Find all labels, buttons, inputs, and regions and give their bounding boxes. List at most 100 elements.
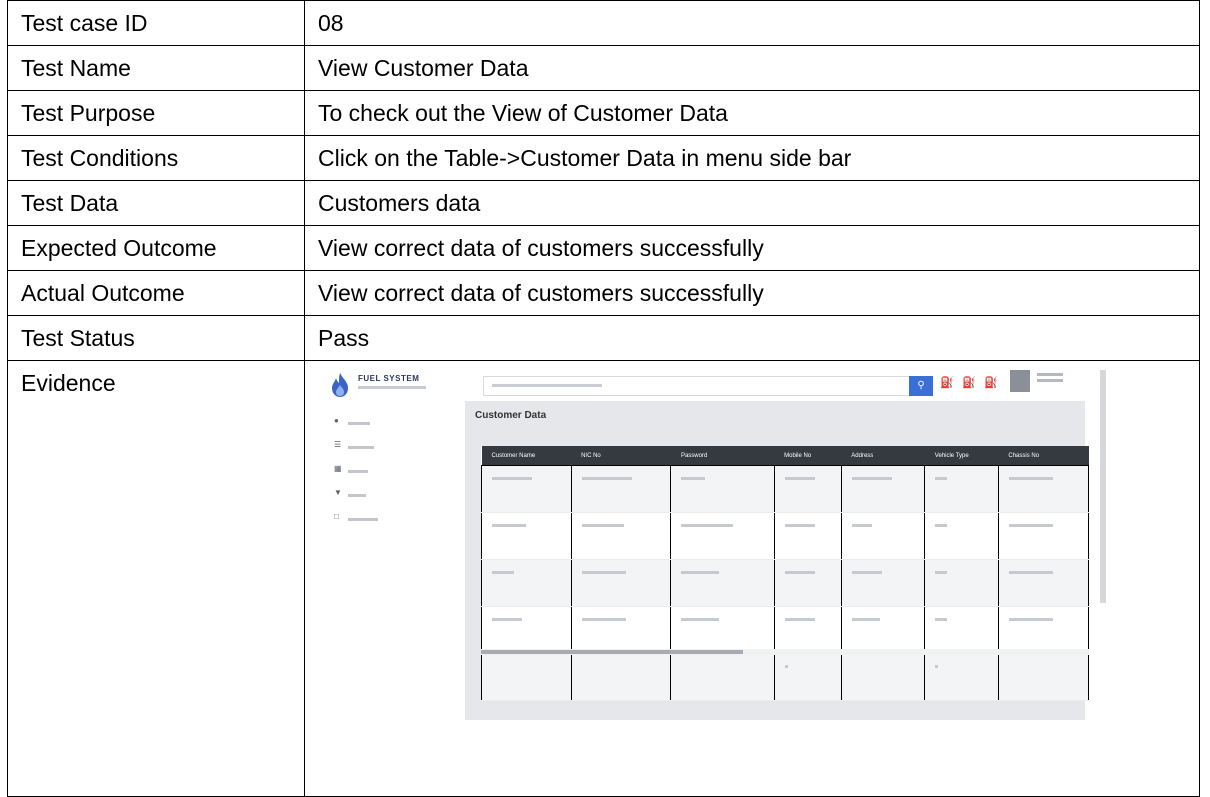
test-data-value: Customers data <box>304 180 1200 226</box>
page-title: Customer Data <box>475 410 547 421</box>
column-header: Address <box>841 446 925 466</box>
search-input[interactable] <box>483 376 927 396</box>
table-cell <box>681 618 720 621</box>
column-header: Vehicle Type <box>924 446 999 466</box>
gas-pump-icon[interactable]: ⛽ <box>962 376 976 390</box>
table-cell <box>935 477 948 480</box>
table-cell <box>851 477 892 480</box>
evidence-label: Evidence <box>7 360 305 797</box>
table-cell <box>681 524 734 527</box>
search-button[interactable]: ⚲ <box>909 376 933 396</box>
row-evidence: Evidence FUEL SYSTEM ⚲ ⛽ ⛽ ⛽ ● ☰ ▦ ▼ □ C… <box>7 360 1200 797</box>
table-header: Customer Name NIC No Password Mobile No … <box>481 446 1089 466</box>
table-cell <box>935 571 948 574</box>
column-header: NIC No <box>571 446 671 466</box>
map-pin-icon: ▼ <box>334 488 342 497</box>
table-cell <box>784 477 815 480</box>
sidebar-item-label <box>348 470 368 473</box>
expected-outcome-value: View correct data of customers successfu… <box>304 225 1200 271</box>
row-test-case-id: Test case ID 08 <box>7 0 1200 46</box>
test-purpose-label: Test Purpose <box>7 90 305 136</box>
evidence-cell: FUEL SYSTEM ⚲ ⛽ ⛽ ⛽ ● ☰ ▦ ▼ □ Customer D… <box>304 360 1200 797</box>
table-cell <box>784 665 788 668</box>
search-icon: ⚲ <box>917 380 925 391</box>
brand-tagline <box>358 386 426 389</box>
actual-outcome-value: View correct data of customers successfu… <box>304 270 1200 316</box>
table-cell <box>581 571 626 574</box>
row-test-status: Test Status Pass <box>7 315 1200 361</box>
gas-pump-icon[interactable]: ⛽ <box>940 376 954 390</box>
row-test-name: Test Name View Customer Data <box>7 45 1200 91</box>
table-cell <box>1008 524 1053 527</box>
row-test-purpose: Test Purpose To check out the View of Cu… <box>7 90 1200 136</box>
table-cell <box>935 618 948 621</box>
table-row <box>481 465 1090 513</box>
row-expected-outcome: Expected Outcome View correct data of cu… <box>7 225 1200 271</box>
test-conditions-label: Test Conditions <box>7 135 305 181</box>
table-icon: ▦ <box>334 464 342 473</box>
table-cell <box>935 665 939 668</box>
table-row <box>481 559 1090 607</box>
column-header: Password <box>670 446 775 466</box>
list-icon: ☰ <box>334 440 342 449</box>
sidebar-item-logout[interactable]: □ <box>334 513 404 525</box>
sidebar-item-register[interactable]: ☰ <box>334 441 404 453</box>
table-cell <box>581 618 626 621</box>
test-case-id-value: 08 <box>304 0 1200 46</box>
table-cell <box>1008 618 1053 621</box>
test-status-label: Test Status <box>7 315 305 361</box>
vertical-scrollbar[interactable] <box>1100 370 1106 603</box>
table-cell <box>681 571 720 574</box>
search-placeholder <box>492 384 602 387</box>
monitor-icon: □ <box>334 512 339 521</box>
table-cell <box>492 477 532 480</box>
actual-outcome-label: Actual Outcome <box>7 270 305 316</box>
avatar[interactable] <box>1010 370 1030 392</box>
table-cell <box>581 477 632 480</box>
table-cell <box>851 524 872 527</box>
row-test-data: Test Data Customers data <box>7 180 1200 226</box>
test-case-table: Test case ID 08 Test Name View Customer … <box>7 0 1200 797</box>
sidebar-item-label <box>348 494 366 497</box>
table-row <box>481 512 1090 560</box>
test-data-label: Test Data <box>7 180 305 226</box>
table-cell <box>784 524 815 527</box>
column-header: Chassis No <box>998 446 1089 466</box>
column-header: Mobile No <box>774 446 842 466</box>
home-icon: ● <box>334 416 339 425</box>
evidence-screenshot: FUEL SYSTEM ⚲ ⛽ ⛽ ⛽ ● ☰ ▦ ▼ □ Customer D… <box>320 367 1110 720</box>
user-name[interactable] <box>1037 373 1063 376</box>
table-cell <box>492 571 514 574</box>
test-case-id-label: Test case ID <box>7 0 305 46</box>
table-row <box>481 653 1090 701</box>
table-cell <box>784 571 815 574</box>
test-purpose-value: To check out the View of Customer Data <box>304 90 1200 136</box>
table-cell <box>784 618 815 621</box>
sidebar-item-label <box>348 518 378 521</box>
row-test-conditions: Test Conditions Click on the Table->Cust… <box>7 135 1200 181</box>
sidebar-item-home[interactable]: ● <box>334 417 404 429</box>
table-cell <box>851 618 880 621</box>
test-name-label: Test Name <box>7 45 305 91</box>
table-cell <box>581 524 624 527</box>
table-cell <box>1008 571 1053 574</box>
table-cell <box>1008 477 1053 480</box>
sidebar-item-maps[interactable]: ▼ <box>334 489 404 501</box>
brand-name: FUEL SYSTEM <box>358 374 420 383</box>
table-cell <box>492 524 526 527</box>
table-cell <box>681 477 706 480</box>
column-header: Customer Name <box>481 446 572 466</box>
sidebar-item-tables[interactable]: ▦ <box>334 465 404 477</box>
flame-icon <box>332 373 348 397</box>
test-name-value: View Customer Data <box>304 45 1200 91</box>
table-cell <box>851 571 882 574</box>
scrollbar-thumb[interactable] <box>481 650 743 654</box>
expected-outcome-label: Expected Outcome <box>7 225 305 271</box>
test-conditions-value: Click on the Table->Customer Data in men… <box>304 135 1200 181</box>
gas-pump-icon[interactable]: ⛽ <box>984 376 998 390</box>
table-cell <box>492 618 522 621</box>
sidebar-item-label <box>348 446 374 449</box>
row-actual-outcome: Actual Outcome View correct data of cust… <box>7 270 1200 316</box>
table-cell <box>935 524 948 527</box>
test-status-value: Pass <box>304 315 1200 361</box>
